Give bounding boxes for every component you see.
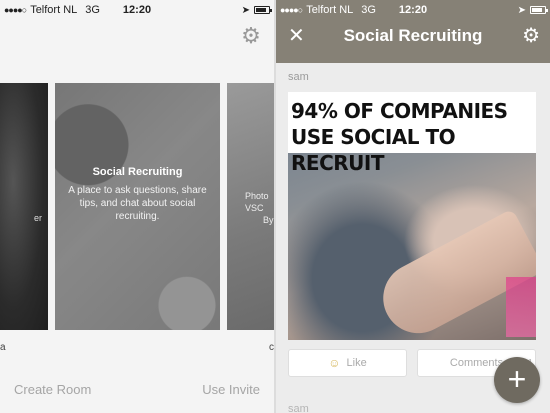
room-card-fragment-3: By xyxy=(263,215,274,225)
location-arrow-icon: ➤ xyxy=(517,4,526,16)
post-image-headline: 94% OF COMPANIES USE SOCIAL TO RECRUIT xyxy=(288,92,536,175)
room-card-title: Social Recruiting xyxy=(92,166,183,178)
gear-icon[interactable]: ⚙ xyxy=(240,25,262,47)
signal-strength: ●●●●○ xyxy=(280,5,303,15)
location-arrow-icon: ➤ xyxy=(241,4,250,16)
add-post-button[interactable]: + xyxy=(494,357,540,403)
network-type: 3G xyxy=(361,4,376,16)
room-title: Social Recruiting xyxy=(343,26,483,45)
room-header: ●●●●○ Telfort NL 3G 12:20 ➤ ✕ Social Rec… xyxy=(276,0,550,63)
use-invite-button[interactable]: Use Invite xyxy=(202,382,260,397)
image-screen xyxy=(506,277,536,337)
carrier-name: Telfort NL xyxy=(306,4,354,16)
room-card-fragment-2: VSC xyxy=(245,203,264,213)
battery-icon xyxy=(530,6,548,14)
post-author[interactable]: sam xyxy=(288,71,309,83)
post-image[interactable]: 94% OF COMPANIES USE SOCIAL TO RECRUIT xyxy=(288,92,536,340)
room-card-previous[interactable]: er xyxy=(0,83,48,330)
status-bar: ●●●●○ Telfort NL 3G 12:20 ➤ xyxy=(276,0,550,20)
status-time: 12:20 xyxy=(122,4,152,16)
room-card-next[interactable]: Photo VSC By xyxy=(227,83,274,330)
room-card-fragment-1: Photo xyxy=(245,191,269,201)
room-feed-screen: ●●●●○ Telfort NL 3G 12:20 ➤ ✕ Social Rec… xyxy=(276,0,550,413)
headline-line-1: 94% OF COMPANIES xyxy=(291,99,508,123)
headline-line-2: USE SOCIAL TO RECRUIT xyxy=(291,125,456,175)
like-label: Like xyxy=(346,357,367,369)
room-card-label-fragment: er xyxy=(33,213,42,223)
next-post-author[interactable]: sam xyxy=(288,403,309,413)
network-type: 3G xyxy=(85,4,100,16)
room-card-social-recruiting[interactable]: Social Recruiting A place to ask questio… xyxy=(55,83,220,330)
battery-icon xyxy=(254,6,272,14)
status-bar: ●●●●○ Telfort NL 3G 12:20 ➤ xyxy=(0,0,274,20)
signal-strength: ●●●●○ xyxy=(4,5,27,15)
smiley-icon: ☺ xyxy=(328,356,341,370)
like-button[interactable]: ☺ Like xyxy=(288,349,407,377)
status-time: 12:20 xyxy=(398,4,428,16)
carrier-name: Telfort NL xyxy=(30,4,78,16)
comments-label: Comments xyxy=(449,357,504,369)
card-caption-fragment-left: a xyxy=(0,342,6,353)
room-card-description: A place to ask questions, share tips, an… xyxy=(68,185,207,222)
rooms-screen: ●●●●○ Telfort NL 3G 12:20 ➤ ⚙ er Social … xyxy=(0,0,274,413)
create-room-button[interactable]: Create Room xyxy=(14,382,91,397)
plus-icon: + xyxy=(507,361,527,397)
gear-icon[interactable]: ⚙ xyxy=(522,25,540,47)
